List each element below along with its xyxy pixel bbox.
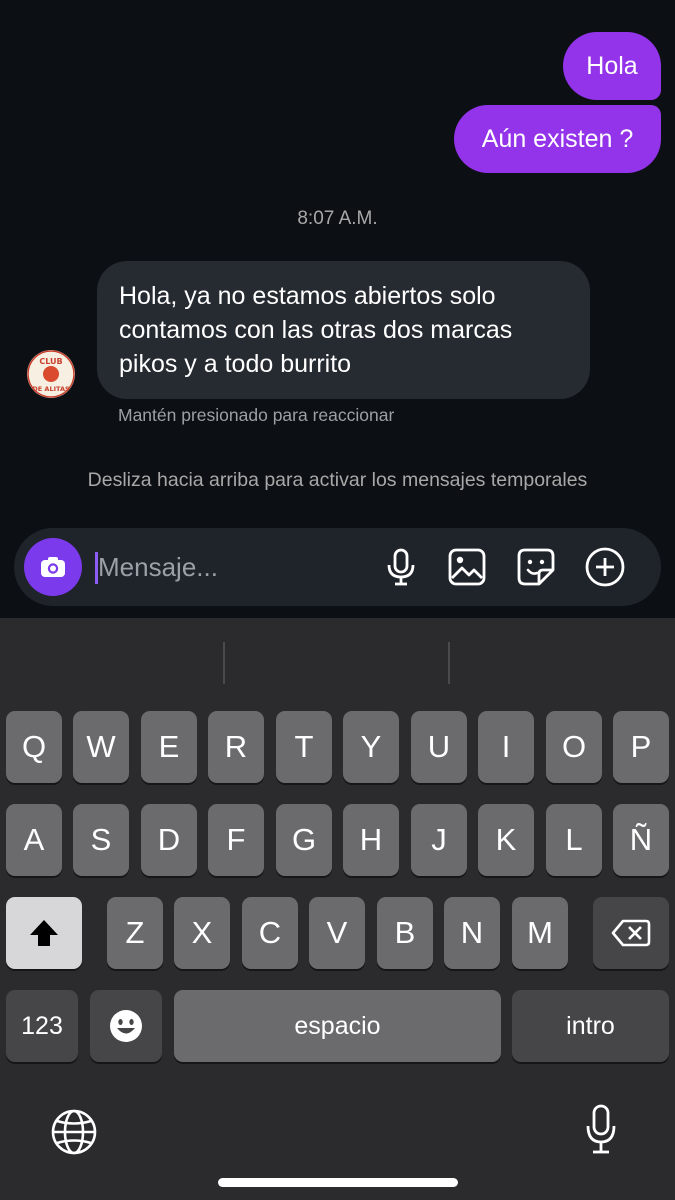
- suggestion-divider: [448, 642, 450, 684]
- message-text: Aún existen ?: [481, 124, 634, 153]
- message-text: Hola: [586, 51, 638, 80]
- globe-button[interactable]: [48, 1106, 100, 1158]
- backspace-icon: [611, 919, 651, 947]
- avatar-logo-text-top: CLUB: [39, 357, 62, 366]
- key-q[interactable]: Q: [6, 711, 62, 783]
- key-v[interactable]: V: [309, 897, 365, 969]
- chat-thread: Hola Aún existen ? 8:07 A.M. CLUB DE ALI…: [0, 0, 675, 618]
- avatar-logo-text-bottom: DE ALITAS: [32, 385, 70, 393]
- message-input[interactable]: [98, 546, 368, 588]
- key-p[interactable]: P: [613, 711, 669, 783]
- key-s[interactable]: S: [73, 804, 129, 876]
- key-j[interactable]: J: [411, 804, 467, 876]
- add-button[interactable]: [584, 546, 626, 588]
- backspace-key[interactable]: [593, 897, 669, 969]
- add-icon: [585, 547, 625, 587]
- message-timestamp: 8:07 A.M.: [297, 208, 378, 229]
- space-key[interactable]: espacio: [174, 990, 501, 1062]
- key-z[interactable]: Z: [107, 897, 163, 969]
- shift-key[interactable]: [6, 897, 82, 969]
- key-w[interactable]: W: [73, 711, 129, 783]
- ephemeral-mode-notice: Desliza hacia arriba para activar los me…: [87, 469, 588, 491]
- key-k[interactable]: K: [478, 804, 534, 876]
- key-o[interactable]: O: [546, 711, 602, 783]
- key-y[interactable]: Y: [343, 711, 399, 783]
- return-key[interactable]: intro: [512, 990, 669, 1062]
- key-i[interactable]: I: [478, 711, 534, 783]
- key-u[interactable]: U: [411, 711, 467, 783]
- gallery-button[interactable]: [446, 546, 488, 588]
- keyboard: Q W E R T Y U I O P A S D F G H J K L Ñ …: [0, 618, 675, 1200]
- outgoing-message[interactable]: Aún existen ?: [454, 105, 661, 173]
- key-r[interactable]: R: [208, 711, 264, 783]
- camera-button[interactable]: [24, 538, 82, 596]
- microphone-icon: [387, 548, 415, 586]
- key-d[interactable]: D: [141, 804, 197, 876]
- key-t[interactable]: T: [276, 711, 332, 783]
- shift-icon: [30, 920, 58, 946]
- message-composer: [14, 528, 661, 606]
- message-line: Hola, ya no estamos abiertos solo: [119, 282, 496, 310]
- key-b[interactable]: B: [377, 897, 433, 969]
- dictation-icon: [586, 1104, 616, 1154]
- key-x[interactable]: X: [174, 897, 230, 969]
- message-line: contamos con las otras dos marcas: [119, 316, 513, 344]
- reaction-hint: Mantén presionado para reaccionar: [118, 405, 395, 425]
- key-h[interactable]: H: [343, 804, 399, 876]
- key-f[interactable]: F: [208, 804, 264, 876]
- gallery-icon: [448, 548, 486, 586]
- message-line: pikos y a todo burrito: [119, 350, 352, 378]
- key-n-tilde[interactable]: Ñ: [613, 804, 669, 876]
- key-g[interactable]: G: [276, 804, 332, 876]
- numbers-key[interactable]: 123: [6, 990, 78, 1062]
- contact-avatar[interactable]: CLUB DE ALITAS: [27, 350, 75, 398]
- key-e[interactable]: E: [141, 711, 197, 783]
- key-a[interactable]: A: [6, 804, 62, 876]
- emoji-key[interactable]: [90, 990, 162, 1062]
- sticker-icon: [517, 548, 555, 586]
- key-n[interactable]: N: [444, 897, 500, 969]
- camera-icon: [41, 557, 65, 577]
- globe-icon: [51, 1109, 97, 1155]
- sticker-button[interactable]: [515, 546, 557, 588]
- emoji-icon: [110, 1010, 142, 1042]
- home-indicator[interactable]: [218, 1178, 458, 1187]
- suggestion-divider: [223, 642, 225, 684]
- voice-message-button[interactable]: [380, 546, 422, 588]
- key-m[interactable]: M: [512, 897, 568, 969]
- outgoing-message[interactable]: Hola: [563, 32, 661, 100]
- dictation-button[interactable]: [578, 1102, 624, 1158]
- key-l[interactable]: L: [546, 804, 602, 876]
- incoming-message[interactable]: Hola, ya no estamos abiertos solo contam…: [97, 261, 590, 399]
- key-c[interactable]: C: [242, 897, 298, 969]
